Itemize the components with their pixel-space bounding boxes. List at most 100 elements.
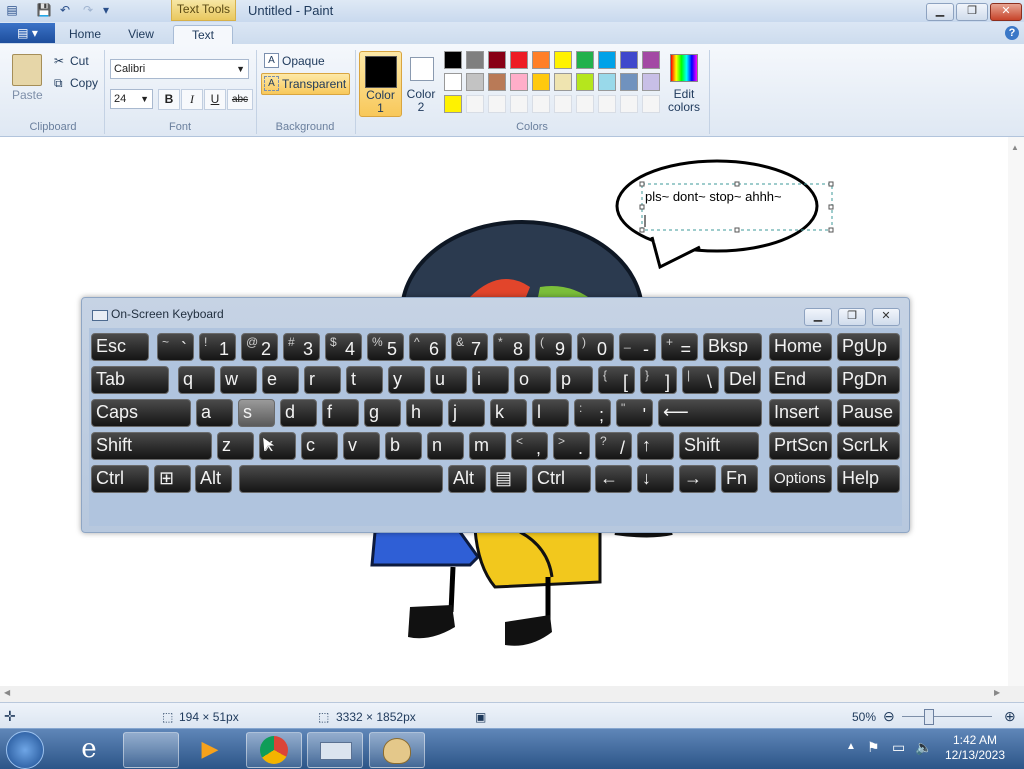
transparent-button[interactable]: A Transparent bbox=[261, 73, 350, 95]
media-player-icon[interactable]: ▶ bbox=[183, 732, 237, 766]
key-4-2[interactable]: Alt bbox=[195, 465, 232, 493]
palette-color-swatch[interactable] bbox=[642, 51, 660, 69]
redo-icon[interactable]: ↷ bbox=[80, 3, 96, 18]
show-hidden-icons[interactable]: ▲ bbox=[846, 741, 856, 752]
key-1-15[interactable]: End bbox=[769, 366, 832, 394]
key-2-8[interactable]: k bbox=[490, 399, 527, 427]
palette-color-swatch[interactable] bbox=[576, 51, 594, 69]
palette-color-swatch[interactable] bbox=[466, 73, 484, 91]
key-0-16[interactable]: PgUp bbox=[837, 333, 900, 361]
key-4-3[interactable] bbox=[239, 465, 443, 493]
key-0-7[interactable]: ^ 6 bbox=[409, 333, 446, 361]
copy-button[interactable]: Copy bbox=[70, 76, 98, 90]
copy-icon[interactable]: ⧉ bbox=[54, 76, 63, 91]
font-family-select[interactable]: Calibri ▼ bbox=[110, 59, 249, 79]
palette-color-swatch[interactable] bbox=[620, 73, 638, 91]
palette-color-swatch[interactable] bbox=[598, 51, 616, 69]
palette-color-swatch[interactable] bbox=[466, 95, 484, 113]
palette-color-swatch[interactable] bbox=[642, 95, 660, 113]
explorer-taskbar-icon[interactable] bbox=[123, 732, 179, 768]
key-2-11[interactable]: " ' bbox=[616, 399, 653, 427]
zoom-slider-thumb[interactable] bbox=[924, 709, 934, 725]
key-4-1[interactable]: ⊞ bbox=[154, 465, 191, 493]
palette-color-swatch[interactable] bbox=[488, 51, 506, 69]
key-1-16[interactable]: PgDn bbox=[837, 366, 900, 394]
key-4-5[interactable]: ▤ bbox=[490, 465, 527, 493]
osk-taskbar-icon[interactable] bbox=[307, 732, 363, 768]
palette-color-swatch[interactable] bbox=[532, 73, 550, 91]
strikethrough-button[interactable]: abc bbox=[227, 89, 253, 110]
palette-color-swatch[interactable] bbox=[642, 73, 660, 91]
zoom-out-icon[interactable]: ⊖ bbox=[883, 708, 895, 725]
palette-color-swatch[interactable] bbox=[488, 95, 506, 113]
key-1-5[interactable]: t bbox=[346, 366, 383, 394]
key-1-9[interactable]: o bbox=[514, 366, 551, 394]
palette-color-swatch[interactable] bbox=[554, 51, 572, 69]
key-1-4[interactable]: r bbox=[304, 366, 341, 394]
key-0-8[interactable]: & 7 bbox=[451, 333, 488, 361]
key-2-6[interactable]: h bbox=[406, 399, 443, 427]
chrome-taskbar-icon[interactable] bbox=[246, 732, 302, 768]
palette-color-swatch[interactable] bbox=[532, 95, 550, 113]
key-4-12[interactable]: Help bbox=[837, 465, 900, 493]
palette-color-swatch[interactable] bbox=[598, 73, 616, 91]
tab-home[interactable]: Home bbox=[62, 25, 108, 44]
close-button[interactable]: ✕ bbox=[990, 3, 1022, 21]
palette-color-swatch[interactable] bbox=[466, 51, 484, 69]
key-3-7[interactable]: m bbox=[469, 432, 506, 460]
key-3-13[interactable]: PrtScn bbox=[769, 432, 832, 460]
key-4-8[interactable]: ↓ bbox=[637, 465, 674, 493]
key-4-7[interactable]: ← bbox=[595, 465, 632, 493]
key-4-4[interactable]: Alt bbox=[448, 465, 486, 493]
scroll-up-icon[interactable]: ▲ bbox=[1011, 143, 1019, 152]
palette-color-swatch[interactable] bbox=[554, 73, 572, 91]
vertical-scrollbar[interactable]: ▲ bbox=[1008, 137, 1024, 687]
key-1-1[interactable]: q bbox=[178, 366, 215, 394]
key-2-10[interactable]: :; bbox=[574, 399, 611, 427]
key-2-5[interactable]: g bbox=[364, 399, 401, 427]
cut-icon[interactable]: ✂ bbox=[54, 54, 64, 68]
key-0-15[interactable]: Home bbox=[769, 333, 832, 361]
key-3-9[interactable]: >. bbox=[553, 432, 590, 460]
tab-view[interactable]: View bbox=[118, 25, 164, 44]
key-3-11[interactable]: ↑ bbox=[637, 432, 674, 460]
minimize-button[interactable]: ▁ bbox=[926, 3, 954, 21]
italic-button[interactable]: I bbox=[181, 89, 203, 110]
key-3-12[interactable]: Shift bbox=[679, 432, 759, 460]
font-size-select[interactable]: 24 ▼ bbox=[110, 89, 153, 109]
bold-button[interactable]: B bbox=[158, 89, 180, 110]
key-1-10[interactable]: p bbox=[556, 366, 593, 394]
volume-icon[interactable]: 🔈 bbox=[915, 739, 932, 756]
palette-color-swatch[interactable] bbox=[554, 95, 572, 113]
key-1-12[interactable]: }] bbox=[640, 366, 677, 394]
key-1-2[interactable]: w bbox=[220, 366, 257, 394]
horizontal-scrollbar[interactable]: ◀ ▶ bbox=[0, 686, 1024, 702]
scroll-left-icon[interactable]: ◀ bbox=[4, 688, 10, 697]
zoom-in-icon[interactable]: ⊕ bbox=[1004, 708, 1016, 725]
key-3-6[interactable]: n bbox=[427, 432, 464, 460]
key-1-11[interactable]: {[ bbox=[598, 366, 635, 394]
paint-menu-button[interactable]: ▤ ▾ bbox=[0, 23, 55, 43]
edit-colors-button[interactable]: Edit colors bbox=[667, 51, 701, 115]
key-0-2[interactable]: ! 1 bbox=[199, 333, 236, 361]
start-button[interactable] bbox=[6, 731, 44, 769]
key-0-6[interactable]: % 5 bbox=[367, 333, 404, 361]
bubble-text[interactable]: pls~ dont~ stop~ ahhh~ bbox=[645, 189, 782, 204]
key-2-14[interactable]: Pause bbox=[837, 399, 900, 427]
clock[interactable]: 1:42 AM 12/13/2023 bbox=[940, 733, 1010, 763]
key-2-0[interactable]: Caps bbox=[91, 399, 191, 427]
palette-color-swatch[interactable] bbox=[620, 51, 638, 69]
key-0-5[interactable]: $4 bbox=[325, 333, 362, 361]
key-0-0[interactable]: Esc bbox=[91, 333, 149, 361]
tab-text[interactable]: Text bbox=[173, 25, 233, 45]
color2-button[interactable]: Color 2 bbox=[402, 51, 440, 115]
key-1-14[interactable]: Del bbox=[724, 366, 761, 394]
key-1-0[interactable]: Tab bbox=[91, 366, 169, 394]
key-4-9[interactable]: → bbox=[679, 465, 716, 493]
palette-color-swatch[interactable] bbox=[488, 73, 506, 91]
key-2-7[interactable]: j bbox=[448, 399, 485, 427]
osk-maximize-button[interactable]: ❐ bbox=[838, 308, 866, 326]
key-1-13[interactable]: | \ bbox=[682, 366, 719, 394]
key-1-3[interactable]: e bbox=[262, 366, 299, 394]
paint-taskbar-icon[interactable] bbox=[369, 732, 425, 768]
